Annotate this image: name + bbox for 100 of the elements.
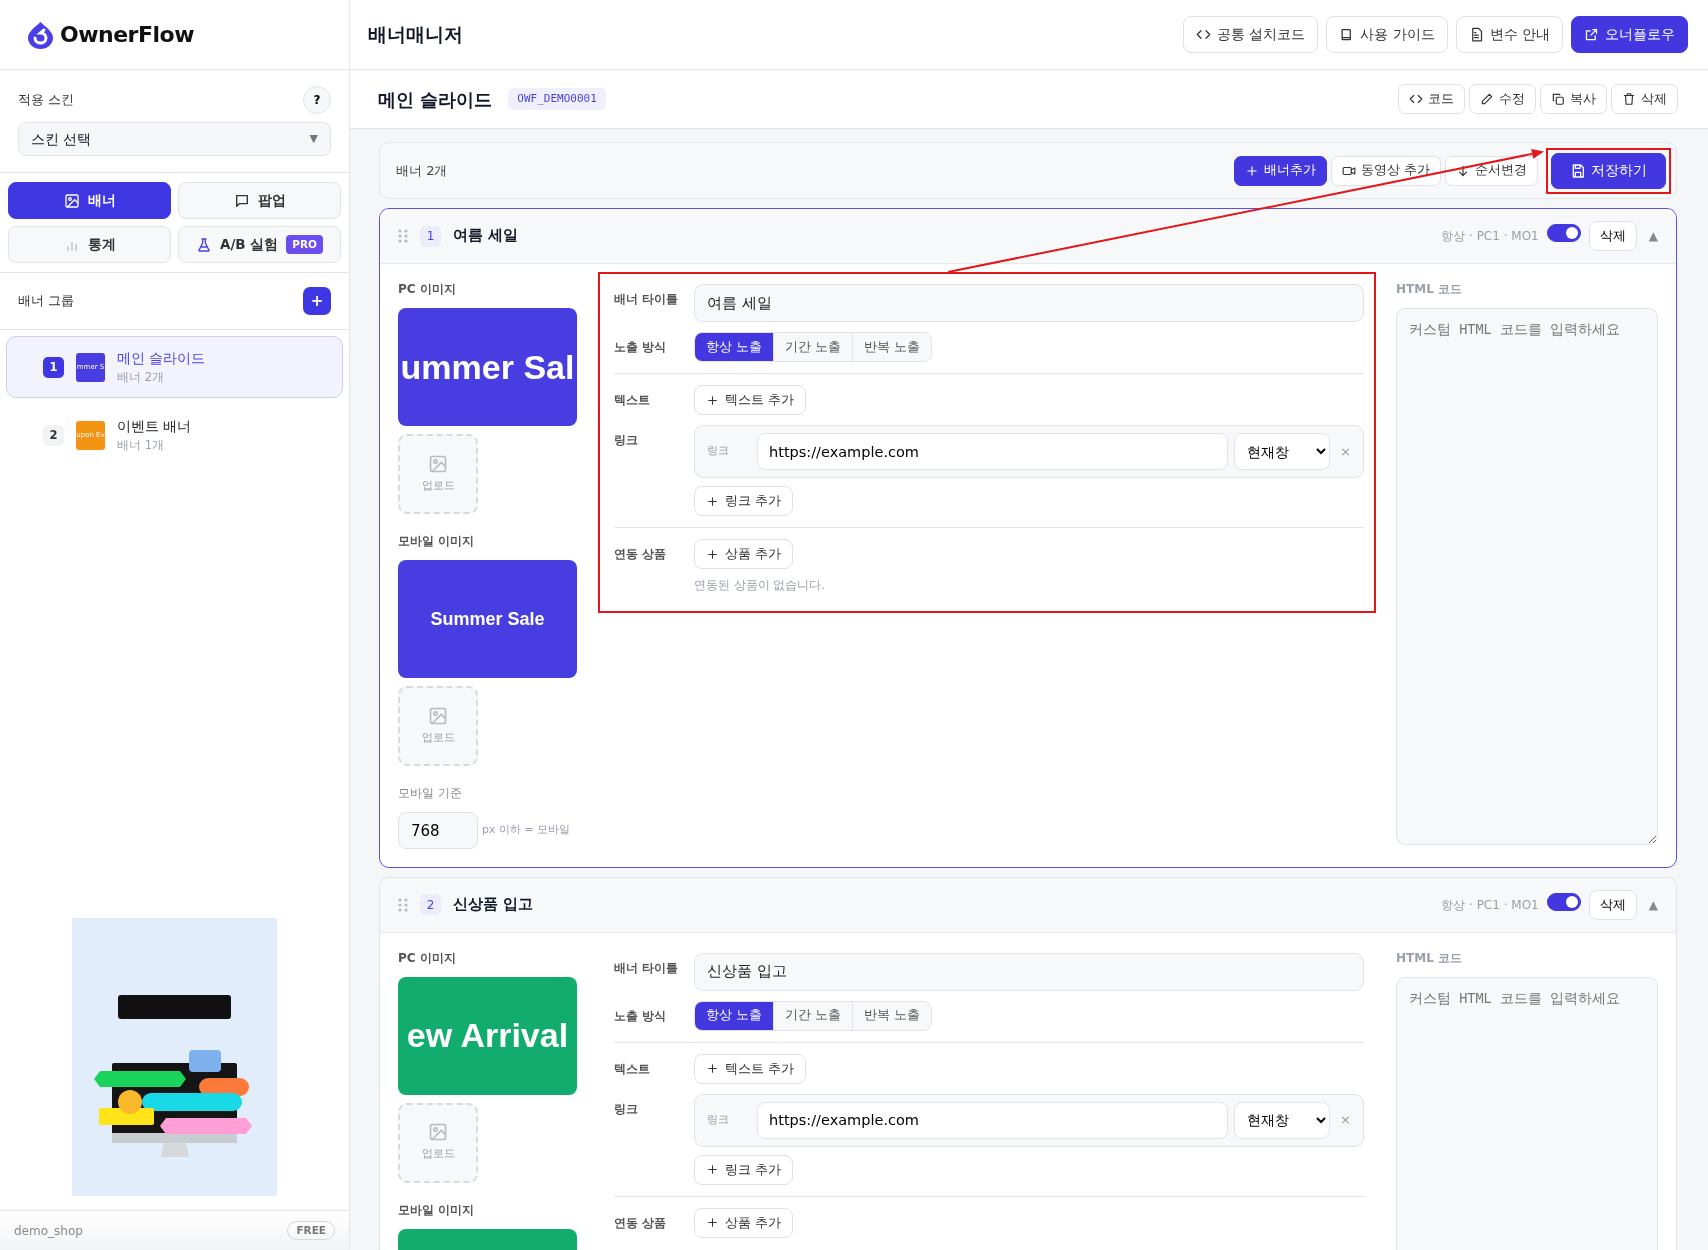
html-code-field[interactable]: 커스텀 HTML 코드를 입력하세요 [1396,308,1658,845]
breakpoint-input[interactable]: 768 [398,812,478,849]
logo-icon [27,20,54,49]
banner-count: 배너 2개 [396,161,448,180]
toolbar-button[interactable]: 배너추가 [1234,155,1327,186]
group-count: 배너 1개 [117,437,165,455]
field-label: 노출 방식 [614,1007,668,1025]
banner-title: 여름 세일 [453,226,519,246]
caret-icon: ▼ [309,130,318,148]
field-label: PC 이미지 [398,281,457,298]
title-input[interactable]: 여름 세일 [694,284,1364,322]
plus-icon [706,393,719,407]
page-title: 배너매니저 [368,22,463,48]
header-button[interactable]: 변수 안내 [1455,16,1563,53]
toggle-switch[interactable] [1546,224,1581,242]
group-action-button[interactable]: 삭제 [1611,84,1678,114]
html-code-field[interactable]: 커스텀 HTML 코드를 입력하세요 [1396,976,1658,1250]
field-label: 배너 타이틀 [614,959,680,977]
header-button[interactable]: 오너플로우 [1571,16,1688,53]
mode-option[interactable]: 항상 노출 [695,1001,774,1030]
upload-label: 업로드 [421,729,455,746]
nav-tab[interactable]: A/B 실험 PRO [178,226,341,263]
hint-text: px 이하 = 모바일 [482,822,571,839]
image-icon [428,1122,448,1143]
brand-name: OwnerFlow [60,21,194,49]
url-input[interactable]: https://example.com [757,1101,1229,1139]
field-label: 모바일 기준 [398,785,463,802]
nav-tab[interactable]: 통계 [8,226,171,263]
code-icon [1409,92,1423,106]
banner-summary: 항상 · PC1 · MO1 [1441,228,1539,245]
arrow-down-icon [1456,163,1470,178]
field-label: 링크 [614,1100,639,1118]
field-label: 연동 상품 [614,1214,668,1232]
delete-button[interactable]: 삭제 [1588,221,1637,251]
group-action-button[interactable]: 복사 [1540,84,1607,114]
add-text-button[interactable]: 텍스트 추가 [694,385,807,415]
plus-icon [1245,163,1259,178]
toggle-switch[interactable] [1546,892,1581,911]
add-group-button[interactable]: + [303,287,331,315]
url-input[interactable]: https://example.com [757,433,1229,470]
banner-number: 1 [420,225,441,247]
copy-icon [1551,92,1565,106]
edit-icon [1480,92,1494,106]
plus-icon [706,494,719,508]
save-icon [1570,162,1586,179]
group-name: 메인 슬라이드 [117,349,206,368]
external-link-icon [1584,27,1599,42]
add-link-button[interactable]: 링크 추가 [694,486,794,516]
toolbar-button[interactable]: 저장하기 [1551,152,1666,189]
field-label: 노출 방식 [614,339,668,356]
add-product-button[interactable]: 상품 추가 [694,539,794,569]
title-input[interactable]: 신상품 입고 [694,952,1364,991]
field-label: 배너 타이틀 [614,291,680,308]
field-label: HTML 코드 [1396,949,1463,967]
group-code: OWF_DEMO0001 [508,87,606,111]
add-product-button[interactable]: 상품 추가 [694,1207,794,1238]
toolbar-button[interactable]: 동영상 추가 [1331,155,1441,186]
preview-text: ew Arrival [406,1015,569,1056]
upload-label: 업로드 [421,477,455,494]
delete-button[interactable]: 삭제 [1588,889,1637,920]
field-label: 텍스트 [614,1060,651,1078]
field-label: 텍스트 [614,392,651,409]
help-button[interactable]: ? [303,86,331,114]
preview-text: ummer Sal [400,346,575,388]
header-button[interactable]: 공통 설치코드 [1183,16,1319,53]
target-select[interactable]: 현재창 [1234,433,1331,470]
field-label: HTML 코드 [1396,281,1463,298]
link-label: 링크 [707,443,730,460]
trash-icon [1622,92,1636,106]
group-number: 1 [43,356,64,378]
shop-name: demo_shop [14,1222,83,1240]
toolbar-button[interactable]: 순서변경 [1445,155,1538,186]
nav-tab[interactable]: 팝업 [178,182,341,219]
group-action-button[interactable]: 코드 [1398,84,1465,114]
group-count: 배너 2개 [117,369,165,386]
pro-badge: PRO [286,234,324,255]
upload-label: 업로드 [421,1146,455,1163]
flask-icon [195,236,212,253]
drag-handle-icon[interactable] [398,229,408,243]
drag-handle-icon[interactable] [398,897,408,912]
add-text-button[interactable]: 텍스트 추가 [694,1053,807,1084]
add-link-button[interactable]: 링크 추가 [694,1154,794,1185]
group-action-button[interactable]: 수정 [1469,84,1536,114]
empty-message: 연동된 상품이 없습니다. [694,577,825,594]
field-label: 링크 [614,432,639,449]
plus-icon [706,1216,719,1229]
nav-tab[interactable]: 배너 [8,182,171,219]
field-label: 모바일 이미지 [398,533,476,550]
banner-title: 신상품 입고 [453,894,534,914]
skin-select[interactable]: 스킨 선택 ▼ [18,122,331,156]
plus-icon [706,1163,719,1176]
banner-number: 2 [420,894,441,915]
image-icon [428,453,448,474]
target-select[interactable]: 현재창 [1234,1101,1331,1139]
mode-option[interactable]: 항상 노출 [695,333,774,361]
link-label: 링크 [707,1111,730,1128]
header-button[interactable]: 사용 가이드 [1326,16,1448,53]
chat-icon [233,192,250,209]
image-icon [428,705,448,726]
banner-summary: 항상 · PC1 · MO1 [1441,896,1539,914]
